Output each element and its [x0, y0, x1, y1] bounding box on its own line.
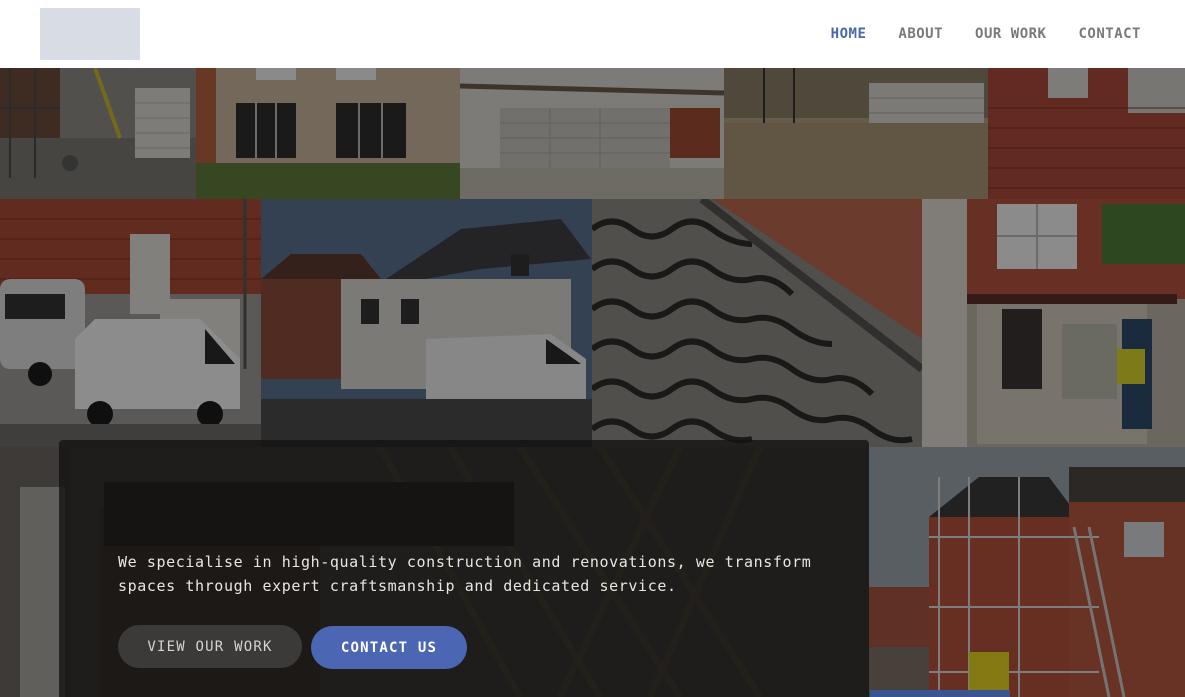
photo-brick-extension-with-patio-doors: [196, 68, 460, 199]
photo-block-wall-foundations: [460, 68, 724, 199]
photo-scaffolded-house-extension: [869, 447, 1185, 697]
hero-description: We specialise in high-quality constructi…: [118, 553, 812, 595]
company-logo[interactable]: [40, 8, 140, 60]
hero-card: We specialise in high-quality constructi…: [59, 440, 869, 697]
bottom-accent-strip: [870, 690, 1010, 697]
hero-title-placeholder: [104, 482, 514, 546]
photo-house-renovation-worker: [922, 199, 1185, 447]
site-header: HOME ABOUT OUR WORK CONTACT: [0, 0, 1185, 68]
nav-contact[interactable]: CONTACT: [1078, 26, 1141, 42]
photo-vans-at-brick-site: [0, 199, 261, 447]
photo-ground-floor-site-blocks: [724, 68, 988, 199]
nav-our-work[interactable]: OUR WORK: [975, 26, 1046, 42]
nav-about[interactable]: ABOUT: [898, 26, 943, 42]
photo-brick-wall-corner: [988, 68, 1185, 199]
view-our-work-button[interactable]: VIEW OUR WORK: [118, 625, 302, 668]
photo-scaffold-and-block-pallets: [0, 68, 196, 199]
main-navigation: HOME ABOUT OUR WORK CONTACT: [799, 0, 1141, 68]
photo-new-houses-with-van: [261, 199, 592, 447]
nav-home[interactable]: HOME: [831, 26, 867, 42]
contact-us-button[interactable]: CONTACT US: [311, 626, 467, 669]
photo-roof-tiles-closeup: [592, 199, 922, 447]
